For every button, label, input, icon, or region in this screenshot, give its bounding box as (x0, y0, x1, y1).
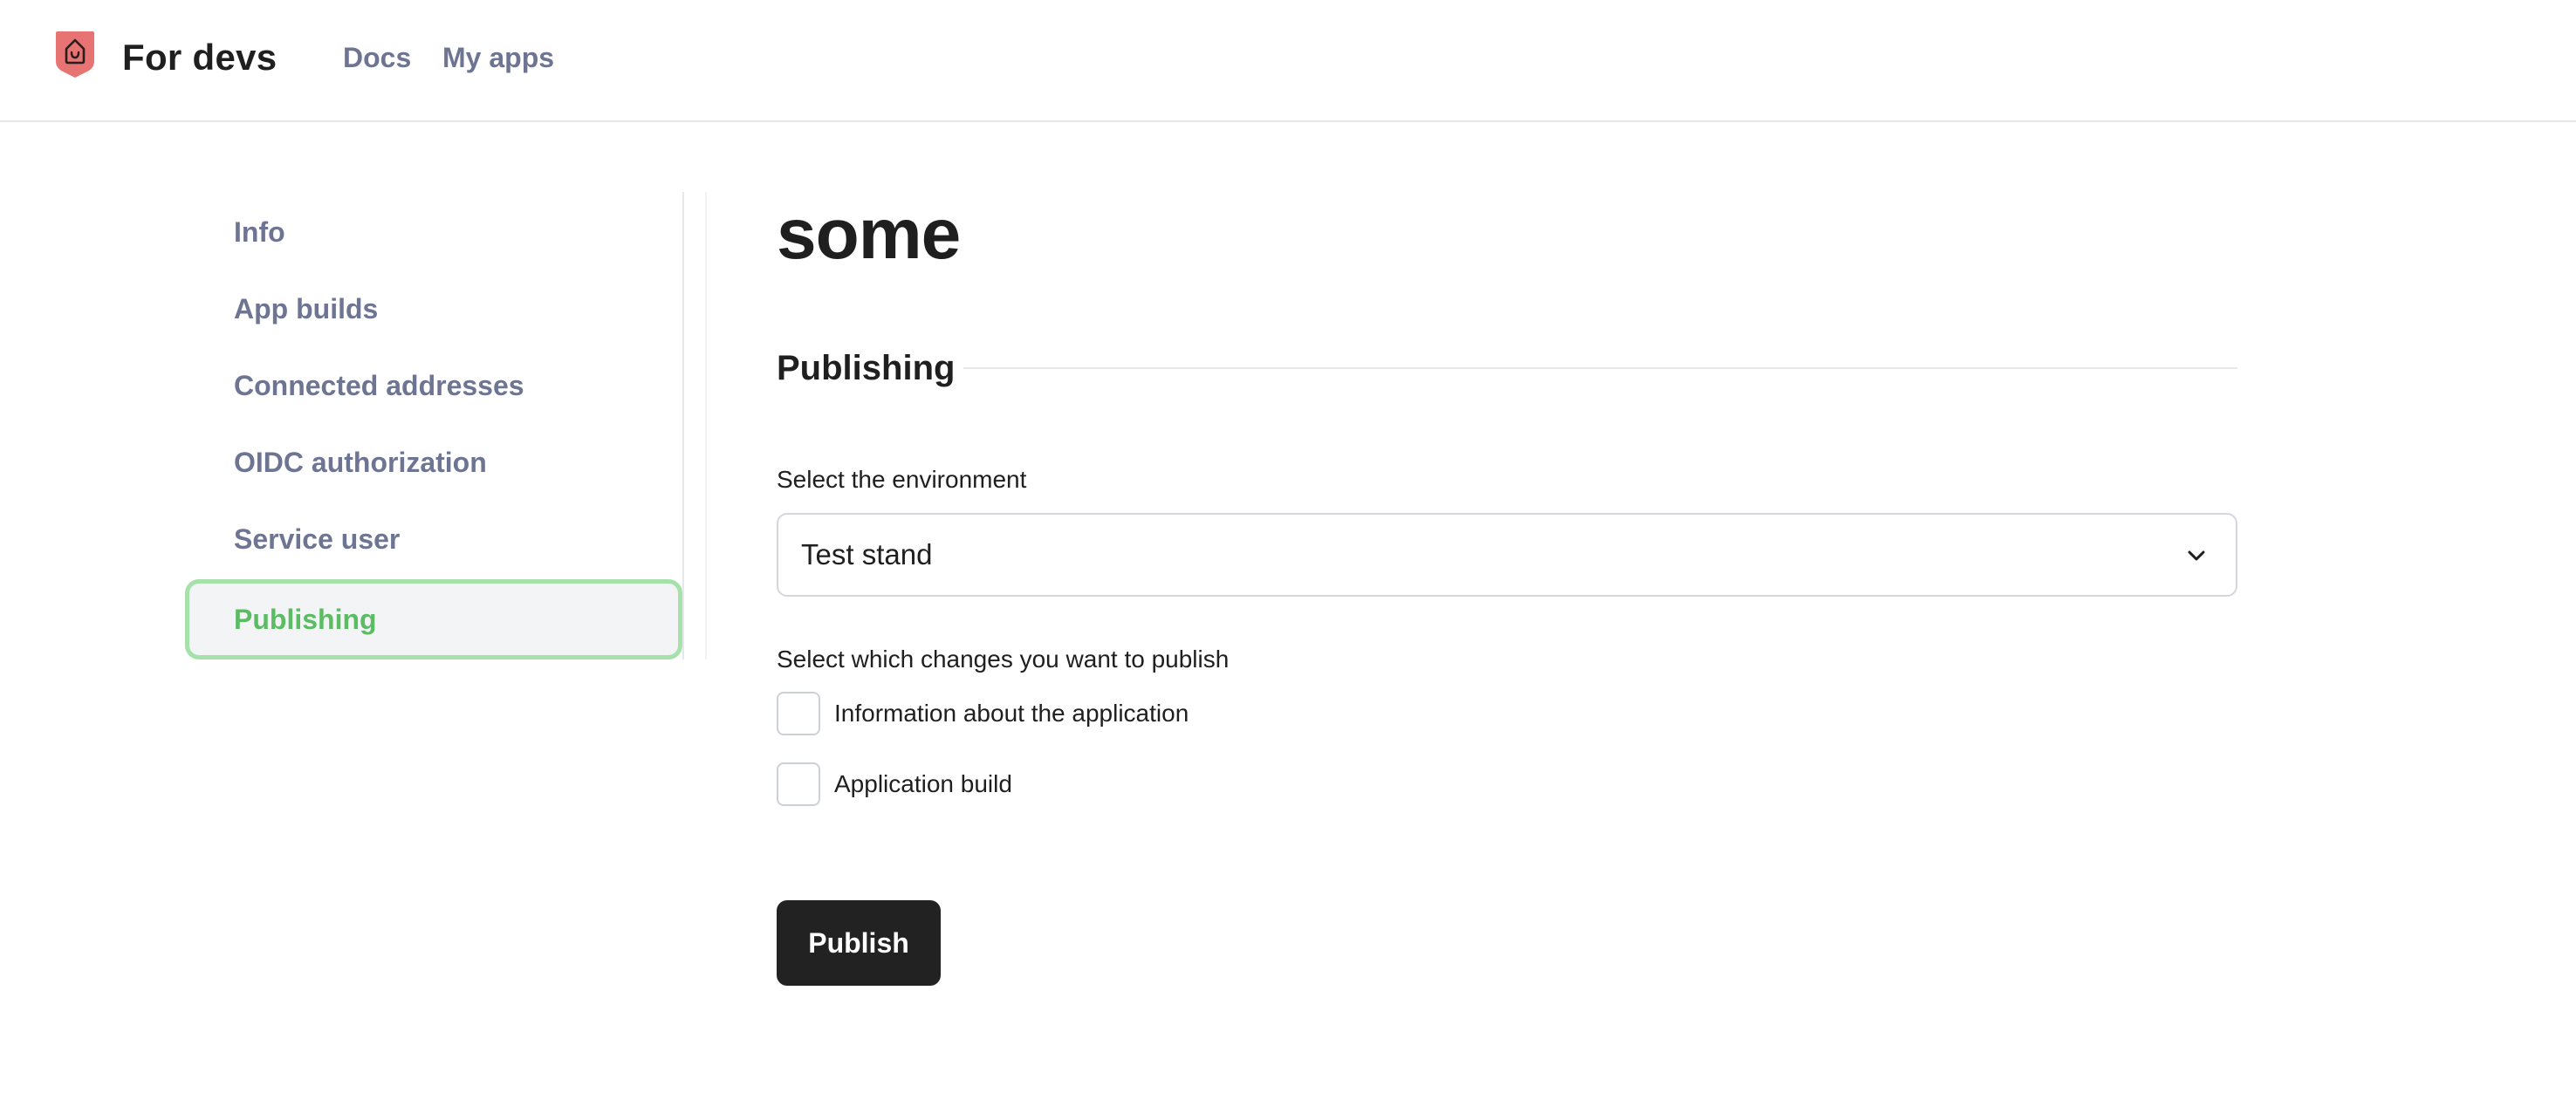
sidebar-item-oidc-authorization[interactable]: OIDC authorization (185, 422, 682, 502)
sidebar-divider (682, 192, 707, 659)
chevron-down-icon (2188, 550, 2205, 561)
publish-button[interactable]: Publish (777, 900, 941, 986)
environment-select-value: Test stand (801, 538, 933, 570)
sidebar-item-app-builds[interactable]: App builds (185, 269, 682, 349)
app-build-checkbox-label[interactable]: Application build (834, 762, 1012, 806)
nav-my-apps-link[interactable]: My apps (442, 35, 554, 80)
environment-label: Select the environment (777, 466, 1027, 493)
nav-docs-link[interactable]: Docs (343, 35, 411, 80)
section-divider (963, 367, 2237, 369)
page-title: some (777, 195, 961, 274)
app-build-checkbox[interactable] (777, 762, 820, 806)
app-info-checkbox-label[interactable]: Information about the application (834, 692, 1189, 735)
logo-icon[interactable] (54, 30, 96, 79)
sidebar-item-connected-addresses[interactable]: Connected addresses (185, 345, 682, 426)
section-title: Publishing (777, 349, 956, 387)
sidebar-item-publishing[interactable]: Publishing (185, 579, 682, 659)
sidebar-item-info[interactable]: Info (185, 192, 682, 272)
sidebar-nav: Info App builds Connected addresses OIDC… (185, 192, 682, 659)
changes-label: Select which changes you want to publish (777, 646, 1230, 673)
brand-name[interactable]: For devs (122, 31, 277, 84)
sidebar-item-service-user[interactable]: Service user (185, 499, 682, 579)
top-header: For devs Docs My apps (0, 0, 2576, 122)
environment-select[interactable]: Test stand (777, 513, 2237, 597)
app-info-checkbox[interactable] (777, 692, 820, 735)
